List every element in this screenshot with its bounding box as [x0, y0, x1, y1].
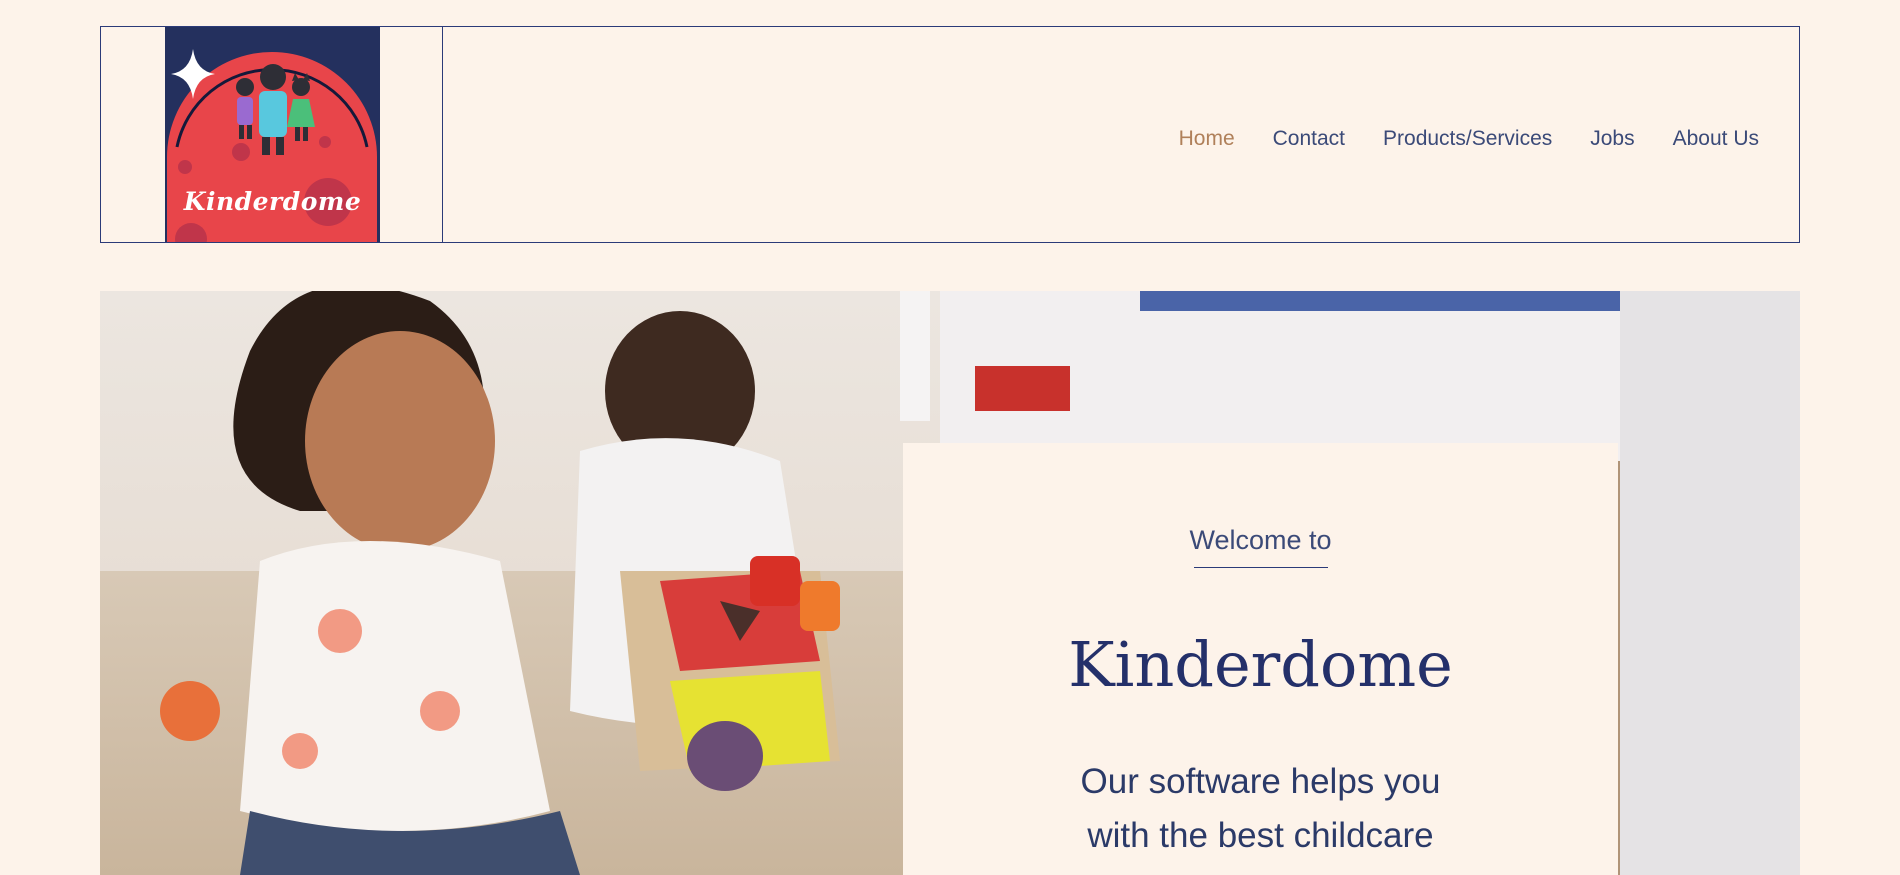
logo-cell: Kinderdome: [101, 27, 443, 242]
logo-text: Kinderdome: [183, 187, 362, 216]
site-header: Kinderdome Home Contact Products/Service…: [100, 26, 1800, 243]
welcome-text: Welcome to: [1189, 525, 1332, 555]
nav-item-about-us[interactable]: About Us: [1673, 127, 1759, 155]
hero-side-panel: [1700, 291, 1800, 875]
main-nav: Home Contact Products/Services Jobs Abou…: [1179, 127, 1759, 155]
site-logo[interactable]: Kinderdome: [165, 27, 380, 242]
nav-item-contact[interactable]: Contact: [1273, 127, 1345, 155]
nav-item-products-services[interactable]: Products/Services: [1383, 127, 1552, 155]
tagline-line-1: Our software helps you: [1080, 762, 1441, 801]
welcome-card: Welcome to Kinderdome Our software helps…: [903, 443, 1618, 875]
nav-item-home[interactable]: Home: [1179, 127, 1235, 155]
welcome-underline: [1194, 567, 1328, 568]
nav-item-jobs[interactable]: Jobs: [1590, 127, 1634, 155]
hero-title: Kinderdome: [1068, 628, 1453, 701]
hero-tagline: Our software helps you with the best chi…: [903, 755, 1618, 863]
tagline-line-2: with the best childcare: [1087, 816, 1434, 855]
